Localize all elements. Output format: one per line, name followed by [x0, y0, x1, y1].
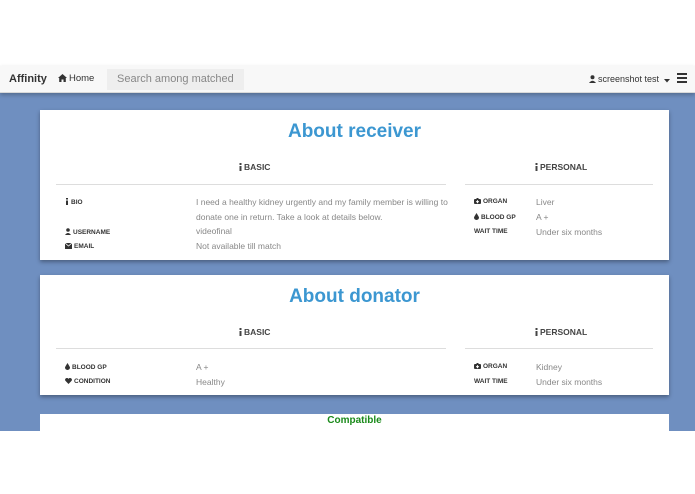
- blood-group-value: A +: [536, 212, 549, 222]
- blood-group-value: A +: [196, 362, 209, 372]
- medkit-icon: [474, 363, 481, 369]
- page-background: 16 About receiver BASIC PERSONAL BIO I n…: [0, 66, 695, 431]
- wait-time-value: Under six months: [536, 377, 603, 387]
- email-label: EMAIL: [64, 242, 94, 250]
- user-icon: [589, 75, 596, 83]
- organ-label: ORGAN: [474, 363, 507, 370]
- wait-time-label: WAIT TIME: [474, 378, 508, 385]
- heart-icon: [65, 378, 72, 384]
- donator-card: About donator BASIC PERSONAL BLOOD GP A …: [40, 275, 669, 395]
- hamburger-menu-button[interactable]: [677, 73, 687, 83]
- divider: [465, 184, 653, 185]
- receiver-basic-heading: BASIC: [238, 162, 270, 172]
- receiver-card: About receiver BASIC PERSONAL BIO I need…: [40, 110, 669, 260]
- divider: [465, 348, 653, 349]
- info-icon: [535, 328, 538, 336]
- divider: [56, 184, 446, 185]
- username-value: videofinal: [196, 226, 232, 236]
- envelope-icon: [64, 242, 73, 249]
- home-icon: [58, 74, 67, 82]
- condition-value: Healthy: [196, 377, 225, 387]
- drop-icon: [65, 363, 70, 370]
- info-icon: [239, 163, 242, 171]
- info-icon: [239, 328, 242, 336]
- info-icon: [66, 198, 68, 205]
- blood-group-label: BLOOD GP: [474, 213, 516, 221]
- email-value: Not available till match: [196, 241, 282, 251]
- medkit-icon: [474, 198, 481, 204]
- user-icon: [65, 228, 71, 235]
- receiver-title: About receiver: [287, 121, 422, 142]
- bio-label: BIO: [65, 198, 83, 206]
- caret-down-icon: [663, 79, 670, 83]
- blood-group-label: BLOOD GP: [65, 363, 107, 371]
- home-link[interactable]: Home: [58, 73, 94, 84]
- info-icon: [535, 163, 538, 171]
- user-name: screenshot test: [598, 74, 660, 84]
- donator-personal-heading: PERSONAL: [534, 327, 587, 337]
- compatibility-card: Compatible: [40, 414, 669, 431]
- username-label: USERNAME: [65, 228, 110, 236]
- bio-value: I need a healthy kidney urgently and my …: [196, 197, 448, 222]
- wait-time-value: Under six months: [536, 227, 603, 237]
- receiver-personal-heading: PERSONAL: [534, 162, 587, 172]
- organ-value: Kidney: [536, 362, 562, 372]
- condition-label: CONDITION: [65, 378, 110, 385]
- organ-value: Liver: [536, 197, 555, 207]
- drop-icon: [474, 213, 479, 220]
- wait-time-label: WAIT TIME: [474, 228, 508, 235]
- search-input[interactable]: [107, 69, 244, 90]
- divider: [56, 348, 446, 349]
- organ-label: ORGAN: [474, 198, 507, 205]
- compatible-status: Compatible: [327, 415, 382, 426]
- donator-basic-heading: BASIC: [238, 327, 270, 337]
- top-navbar: Affinity Home screenshot test: [0, 66, 695, 93]
- donator-title: About donator: [289, 286, 420, 307]
- brand-logo[interactable]: Affinity: [9, 73, 47, 85]
- user-menu-dropdown[interactable]: screenshot test: [589, 74, 672, 84]
